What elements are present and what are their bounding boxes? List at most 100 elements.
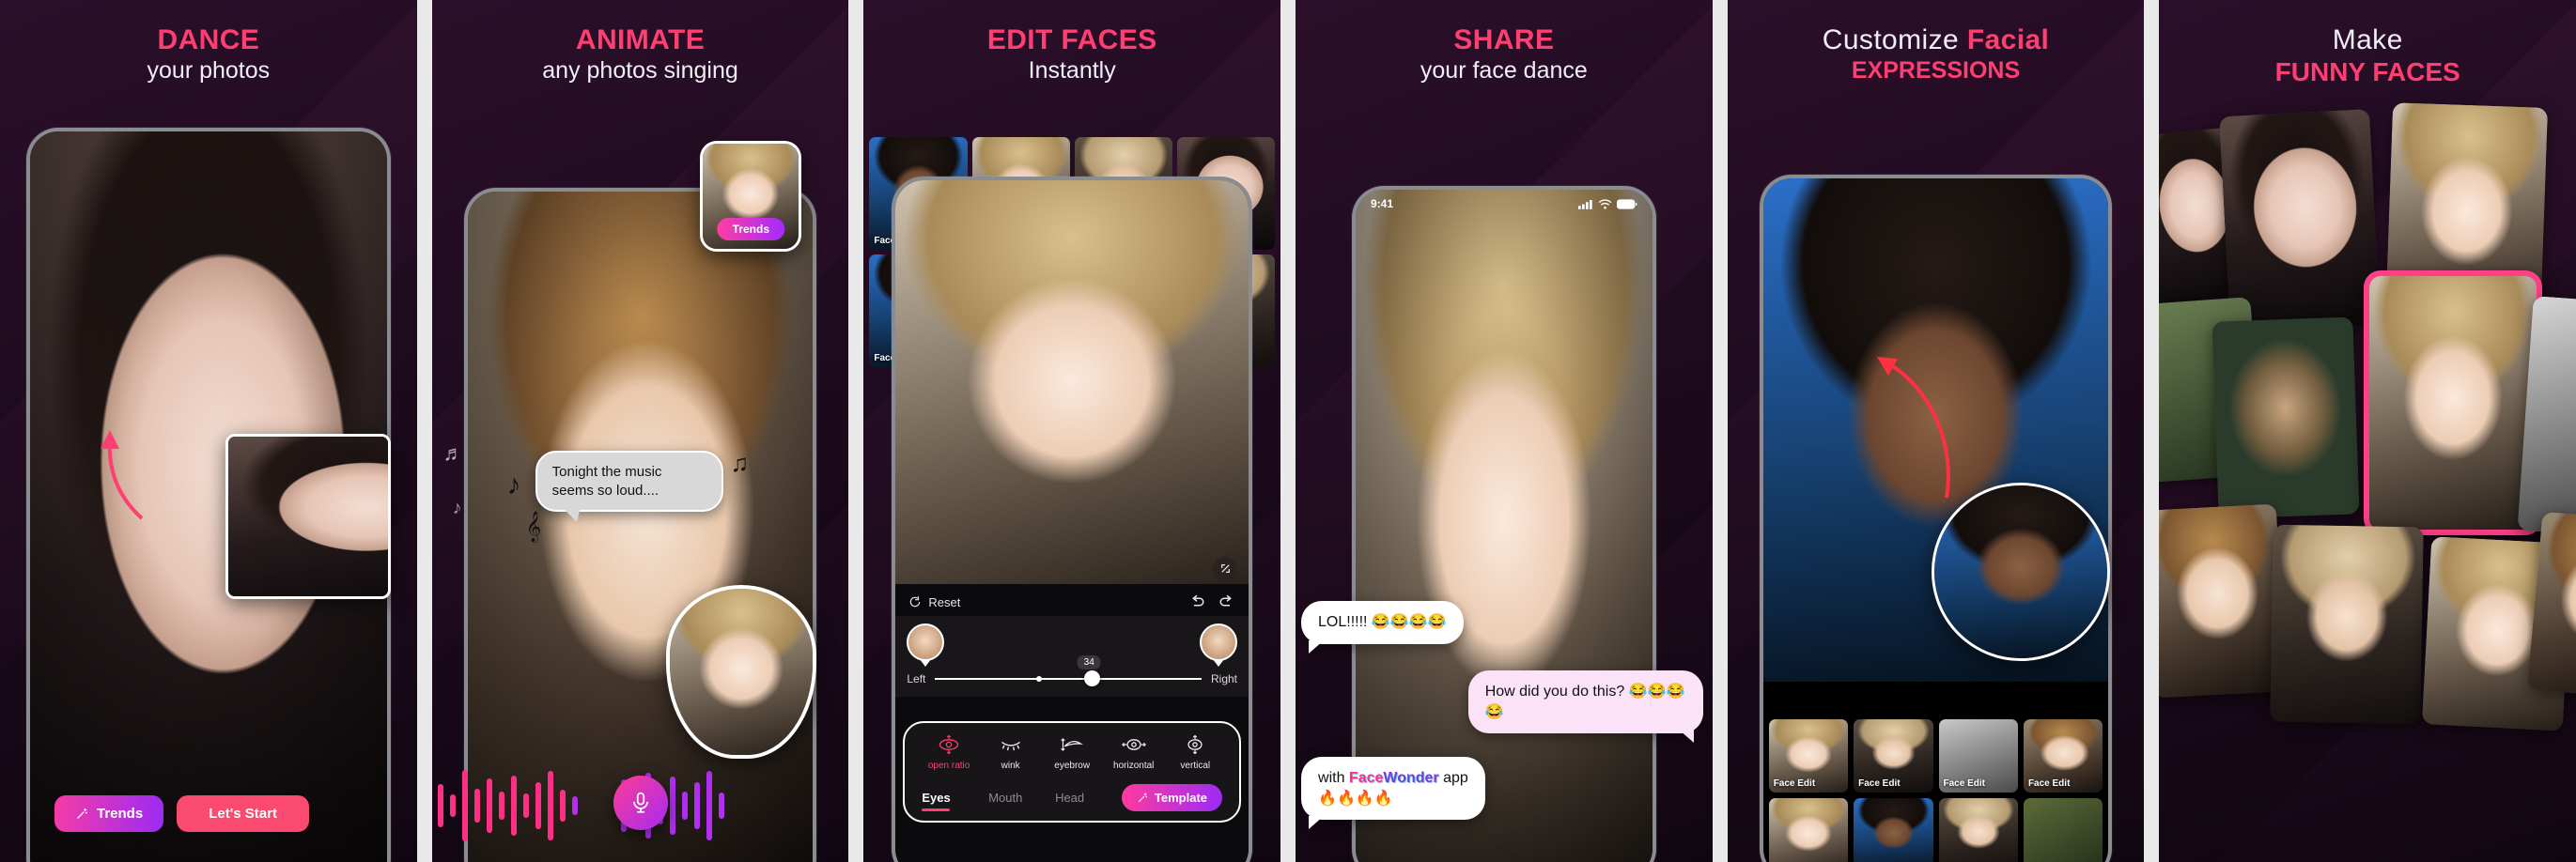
- panel-dance: DANCE your photos Trends Let's Start: [0, 0, 417, 862]
- face-edit-thumb[interactable]: Face Edit: [1768, 719, 1849, 793]
- tab-head[interactable]: Head: [1055, 791, 1122, 805]
- tool-vertical[interactable]: vertical: [1167, 734, 1224, 771]
- headline-secondary: EXPRESSIONS: [1851, 56, 2021, 84]
- panel-share: SHARE your face dance 9:41 LOL!!!!! 😂😂😂😂…: [1296, 0, 1713, 862]
- panel-header-edit: EDIT FACES Instantly: [863, 0, 1280, 85]
- battery-icon: [1616, 198, 1637, 209]
- face-edit-thumb[interactable]: [1768, 798, 1849, 862]
- chat-text: LOL!!!!! 😂😂😂😂: [1318, 614, 1447, 630]
- status-bar: 9:41: [1356, 190, 1653, 218]
- action-button-row: Trends Let's Start: [54, 795, 309, 832]
- headline-secondary: FUNNY FACES: [2274, 56, 2460, 86]
- chat-suffix: app: [1438, 770, 1468, 786]
- tool-label: open ratio: [927, 761, 970, 771]
- tool-label: eyebrow: [1054, 761, 1091, 771]
- lyric-text: Tonight the music seems so loud....: [551, 464, 662, 499]
- curved-arrow-icon: [101, 430, 144, 520]
- tool-label: horizontal: [1113, 761, 1155, 771]
- collage-tile[interactable]: [2527, 511, 2576, 700]
- template-button[interactable]: Template: [1121, 784, 1223, 811]
- trends-button[interactable]: Trends: [54, 795, 164, 832]
- slider-face-right[interactable]: [1200, 623, 1238, 662]
- headline-primary: ANIMATE: [575, 24, 706, 55]
- face-edit-label: Face Edit: [1858, 778, 1901, 789]
- panel-edit-faces: EDIT FACES Instantly Face Edit Face Edit…: [863, 0, 1281, 862]
- tool-open-ratio[interactable]: open ratio: [920, 734, 977, 771]
- signal-icon: [1577, 199, 1592, 209]
- expand-button[interactable]: [1213, 556, 1238, 581]
- reset-icon: [910, 596, 921, 608]
- music-note-icon: ♫: [730, 449, 750, 477]
- photo-singing-face: [670, 589, 814, 755]
- collage-tile[interactable]: [2270, 524, 2425, 725]
- face-edit-thumbnail-grid: Face Edit Face Edit Face Edit Face Edit: [1763, 714, 2109, 862]
- redo-icon[interactable]: [1218, 593, 1235, 610]
- tool-label: vertical: [1180, 761, 1211, 771]
- slider-face-left[interactable]: [907, 623, 945, 662]
- headline-primary: Customize Facial: [1728, 24, 2145, 56]
- undo-redo-group: [1188, 593, 1235, 610]
- lets-start-button[interactable]: Let's Start: [177, 795, 309, 832]
- panel-header-funny: Make FUNNY FACES: [2159, 0, 2576, 88]
- panel-expressions: Customize Facial EXPRESSIONS Face Edit F…: [1727, 0, 2145, 862]
- panel-animate: ANIMATE any photos singing Trends Tonigh…: [431, 0, 849, 862]
- tool-horizontal[interactable]: horizontal: [1105, 734, 1162, 771]
- slider-knob[interactable]: [1084, 670, 1101, 687]
- trends-preview-card[interactable]: Trends: [700, 141, 802, 252]
- face-edit-label: Face Edit: [1943, 778, 1985, 789]
- record-mic-button[interactable]: [613, 776, 668, 830]
- face-edit-thumb[interactable]: Face Edit: [1854, 719, 1933, 793]
- face-edit-thumb[interactable]: [1938, 798, 2018, 862]
- chat-bubble-incoming: LOL!!!!! 😂😂😂😂: [1301, 601, 1464, 654]
- template-button-label: Template: [1154, 791, 1208, 805]
- headline-secondary: any photos singing: [542, 56, 738, 84]
- headline-primary: Make: [2332, 24, 2403, 55]
- slider-row: Left 34 Right: [907, 655, 1238, 687]
- tab-eyes[interactable]: Eyes: [922, 791, 988, 811]
- slider-value: 34: [1077, 655, 1101, 670]
- reset-button[interactable]: Reset: [908, 595, 960, 609]
- trends-button-label: Trends: [97, 806, 144, 822]
- wifi-icon: [1598, 198, 1612, 208]
- lyric-speech-bubble: Tonight the music seems so loud....: [535, 451, 723, 522]
- chat-bubble-brand: with FaceWonder app 🔥🔥🔥🔥: [1301, 757, 1485, 830]
- collage-tile-selected[interactable]: [2364, 270, 2543, 535]
- panel-header-animate: ANIMATE any photos singing: [432, 0, 849, 85]
- slider-face-previews: [907, 623, 1238, 662]
- panel-header-expressions: Customize Facial EXPRESSIONS: [1728, 0, 2145, 85]
- face-edit-thumb[interactable]: Face Edit: [2023, 719, 2103, 793]
- eyebrow-icon: [1061, 738, 1084, 751]
- photo-main-edit: [895, 180, 1249, 599]
- editor-toolbar: open ratio wink eyebrow horizontal verti…: [903, 721, 1242, 823]
- headline-plain: Customize: [1822, 24, 1967, 55]
- slider-track[interactable]: 34: [935, 655, 1202, 687]
- collage-tile[interactable]: [2159, 503, 2287, 699]
- slider-center-dot: [1036, 676, 1043, 683]
- face-edit-label: Face Edit: [1773, 778, 1816, 789]
- chat-bubble-outgoing: How did you do this? 😂😂😂😂: [1467, 670, 1703, 744]
- music-note-icon: ♪: [506, 469, 521, 500]
- eye-wink-icon: [1001, 741, 1020, 751]
- app-store-screenshot-strip: DANCE your photos Trends Let's Start ANI…: [0, 0, 2576, 862]
- tool-eyebrow[interactable]: eyebrow: [1043, 734, 1100, 771]
- tool-wink[interactable]: wink: [982, 734, 1039, 771]
- result-face-bubble: [1932, 483, 2111, 661]
- face-edit-thumb[interactable]: [1854, 798, 1933, 862]
- face-edit-thumb[interactable]: [2023, 798, 2103, 862]
- undo-icon[interactable]: [1188, 593, 1205, 610]
- headline-primary: DANCE: [157, 24, 260, 55]
- face-edit-thumb[interactable]: Face Edit: [1938, 719, 2018, 793]
- editor-tab-row: Eyes Mouth Head Template: [914, 784, 1230, 811]
- reset-label: Reset: [928, 594, 961, 609]
- magic-wand-icon: [77, 808, 87, 819]
- trends-pill-label[interactable]: Trends: [717, 218, 785, 240]
- headline-primary: SHARE: [1453, 24, 1555, 55]
- collage-tile[interactable]: [2211, 316, 2360, 519]
- slider-right-label: Right: [1211, 672, 1238, 686]
- music-note-icon: ♪: [452, 498, 462, 518]
- result-preview-card[interactable]: [225, 434, 391, 599]
- headline-secondary: your face dance: [1420, 56, 1588, 84]
- brand-wordmark: FaceWonder: [1349, 770, 1439, 786]
- panel-header-dance: DANCE your photos: [0, 0, 417, 85]
- tab-mouth[interactable]: Mouth: [988, 791, 1055, 805]
